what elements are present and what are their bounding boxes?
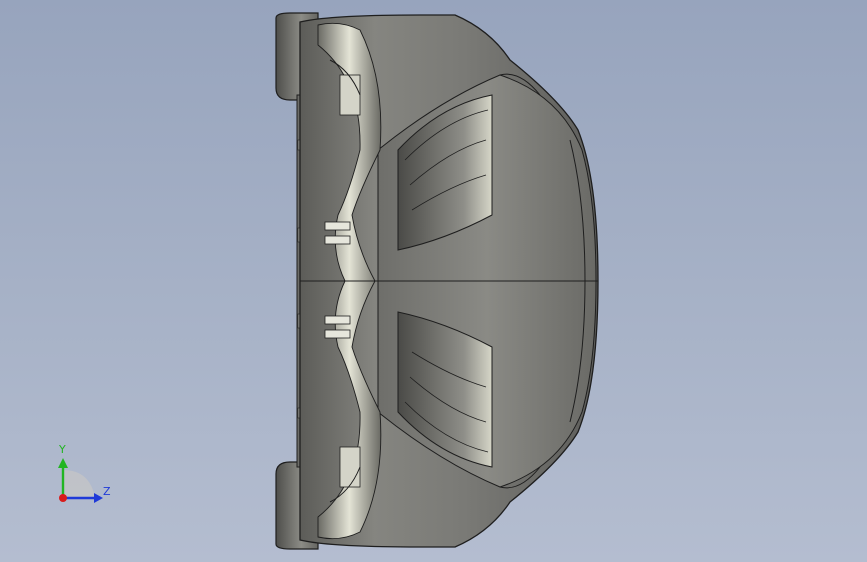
car-model-top-view[interactable] [0,0,867,562]
graphics-viewport[interactable]: Y Z [0,0,867,562]
y-axis-label: Y [59,443,66,456]
z-axis-label: Z [103,485,111,498]
